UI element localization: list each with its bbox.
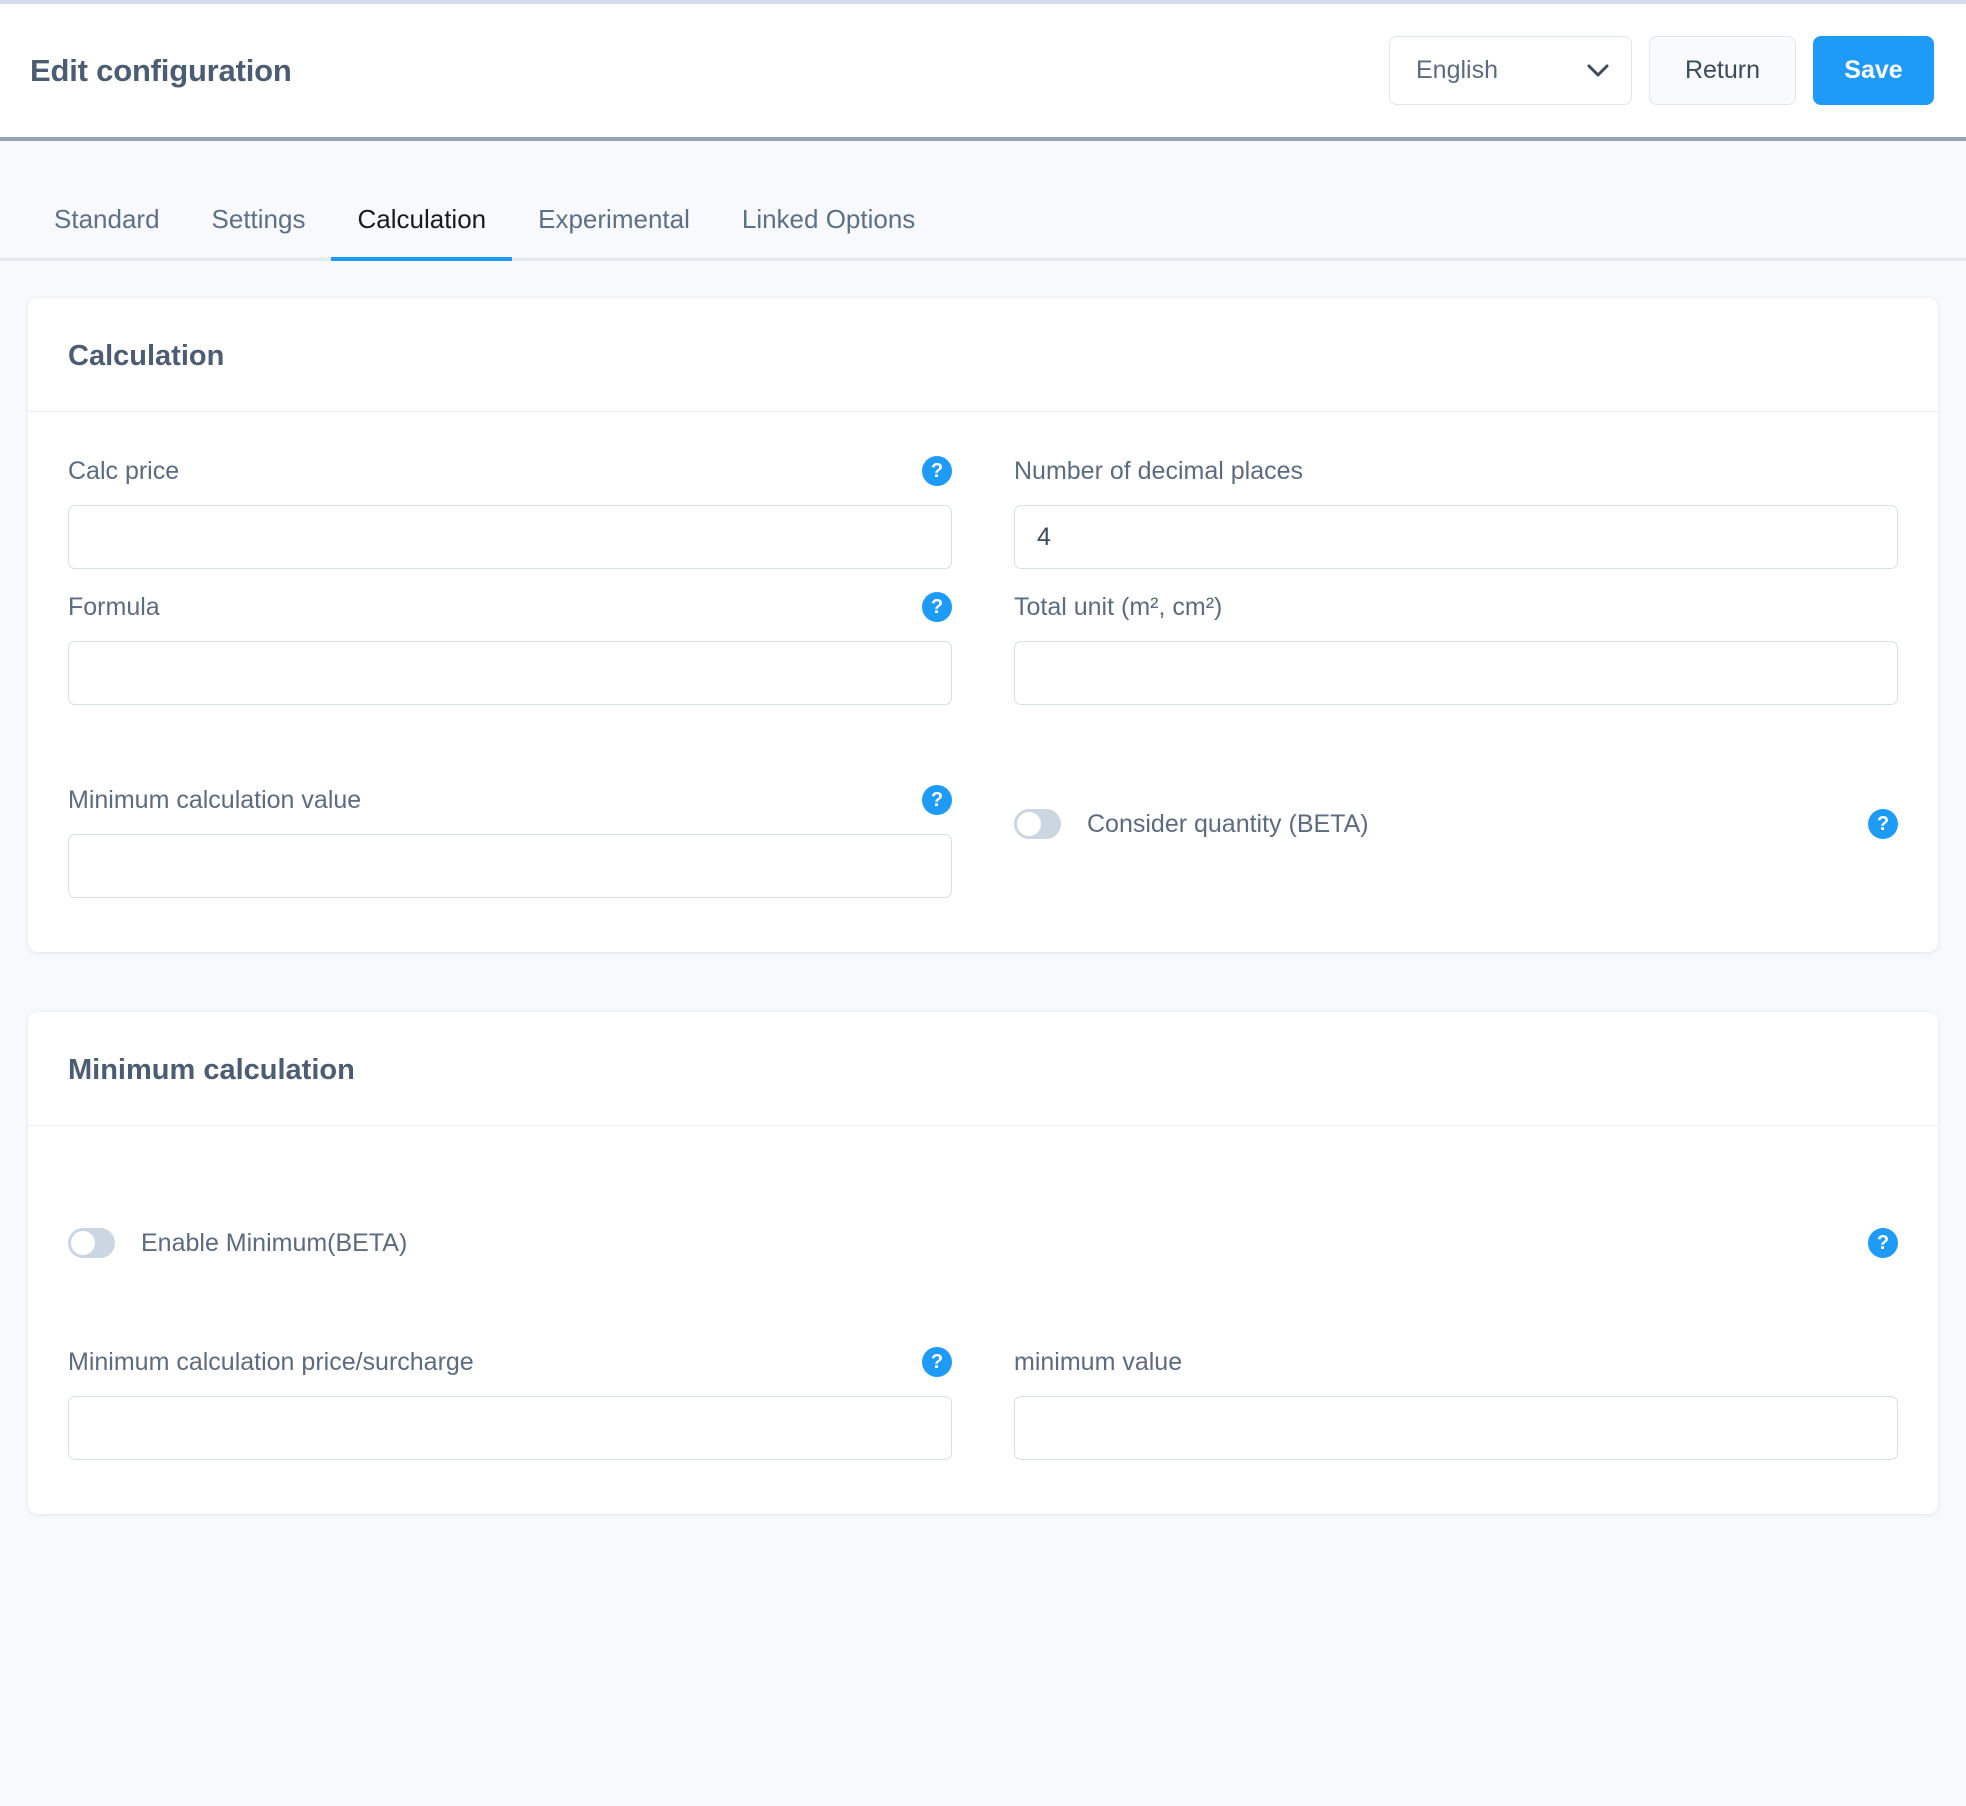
calculation-form-grid: Calc price ? Formula ? Minimum calculati… <box>68 454 1898 898</box>
minimum-calculation-card: Minimum calculation Enable Minimum(BETA)… <box>28 1012 1938 1514</box>
minimum-value-label-row: minimum value <box>1014 1345 1898 1379</box>
toggle-knob-icon <box>1017 812 1041 836</box>
tab-standard[interactable]: Standard <box>28 204 186 261</box>
tabs-section: Standard Settings Calculation Experiment… <box>0 141 1966 261</box>
minimum-calculation-form-grid: Minimum calculation price/surcharge ? mi… <box>68 1345 1898 1460</box>
total-unit-input[interactable] <box>1014 641 1898 705</box>
minimum-calculation-value-field: Minimum calculation value ? <box>68 783 952 898</box>
decimal-places-label-row: Number of decimal places <box>1014 454 1898 488</box>
return-button[interactable]: Return <box>1649 36 1796 105</box>
enable-minimum-toggle[interactable] <box>68 1228 115 1258</box>
minimum-calculation-card-title: Minimum calculation <box>68 1054 355 1086</box>
calc-price-field: Calc price ? <box>68 454 952 569</box>
calc-price-input[interactable] <box>68 505 952 569</box>
minimum-value-input[interactable] <box>1014 1396 1898 1460</box>
tab-linked-options[interactable]: Linked Options <box>716 204 941 261</box>
minimum-calculation-value-label: Minimum calculation value <box>68 785 362 814</box>
calculation-right-column: Number of decimal places Total unit (m²,… <box>1014 454 1898 898</box>
minimum-right-column: minimum value <box>1014 1345 1898 1460</box>
calculation-card-header: Calculation <box>28 298 1938 412</box>
minimum-price-surcharge-field: Minimum calculation price/surcharge ? <box>68 1345 952 1460</box>
calc-price-label: Calc price <box>68 456 180 485</box>
tab-experimental[interactable]: Experimental <box>512 204 716 261</box>
decimal-places-label: Number of decimal places <box>1014 456 1304 485</box>
chevron-down-icon <box>1587 64 1609 77</box>
minimum-price-surcharge-input[interactable] <box>68 1396 952 1460</box>
enable-minimum-help-icon[interactable]: ? <box>1868 1228 1898 1258</box>
enable-minimum-row: Enable Minimum(BETA) ? <box>68 1228 1898 1258</box>
calculation-card: Calculation Calc price ? Formula ? Minim… <box>28 298 1938 952</box>
formula-field: Formula ? <box>68 590 952 705</box>
main-content: Calculation Calc price ? Formula ? Minim… <box>0 261 1966 1514</box>
formula-label-row: Formula ? <box>68 590 952 624</box>
formula-help-icon[interactable]: ? <box>922 592 952 622</box>
save-button[interactable]: Save <box>1813 36 1934 105</box>
calc-price-label-row: Calc price ? <box>68 454 952 488</box>
header-actions: English Return Save <box>1389 36 1934 105</box>
language-select[interactable]: English <box>1389 36 1632 105</box>
decimal-places-field: Number of decimal places <box>1014 454 1898 569</box>
language-select-value: English <box>1416 56 1498 84</box>
total-unit-field: Total unit (m², cm²) <box>1014 590 1898 705</box>
page-title: Edit configuration <box>30 52 292 88</box>
minimum-calculation-value-help-icon[interactable]: ? <box>922 785 952 815</box>
app-header: Edit configuration English Return Save <box>0 4 1966 141</box>
calc-price-help-icon[interactable]: ? <box>922 456 952 486</box>
enable-minimum-label: Enable Minimum(BETA) <box>141 1228 408 1257</box>
minimum-calculation-value-label-row: Minimum calculation value ? <box>68 783 952 817</box>
calculation-card-title: Calculation <box>68 340 225 372</box>
tab-bar: Standard Settings Calculation Experiment… <box>0 204 1966 261</box>
consider-quantity-toggle[interactable] <box>1014 809 1061 839</box>
formula-input[interactable] <box>68 641 952 705</box>
minimum-calculation-card-body: Enable Minimum(BETA) ? Minimum calculati… <box>28 1126 1938 1514</box>
tab-calculation[interactable]: Calculation <box>331 204 513 261</box>
total-unit-label: Total unit (m², cm²) <box>1014 592 1223 621</box>
minimum-price-surcharge-help-icon[interactable]: ? <box>922 1347 952 1377</box>
tab-settings[interactable]: Settings <box>186 204 332 261</box>
minimum-calculation-value-input[interactable] <box>68 834 952 898</box>
minimum-price-surcharge-label: Minimum calculation price/surcharge <box>68 1347 474 1376</box>
toggle-knob-icon <box>71 1231 95 1255</box>
calculation-left-column: Calc price ? Formula ? Minimum calculati… <box>68 454 952 898</box>
consider-quantity-row: Consider quantity (BETA) ? <box>1014 809 1898 839</box>
minimum-price-surcharge-label-row: Minimum calculation price/surcharge ? <box>68 1345 952 1379</box>
minimum-value-label: minimum value <box>1014 1347 1183 1376</box>
consider-quantity-help-icon[interactable]: ? <box>1868 809 1898 839</box>
minimum-value-field: minimum value <box>1014 1345 1898 1460</box>
formula-label: Formula <box>68 592 160 621</box>
consider-quantity-left: Consider quantity (BETA) <box>1014 809 1369 839</box>
minimum-left-column: Minimum calculation price/surcharge ? <box>68 1345 952 1460</box>
calculation-card-body: Calc price ? Formula ? Minimum calculati… <box>28 412 1938 952</box>
minimum-calculation-card-header: Minimum calculation <box>28 1012 1938 1126</box>
enable-minimum-left: Enable Minimum(BETA) <box>68 1228 407 1258</box>
decimal-places-input[interactable] <box>1014 505 1898 569</box>
total-unit-label-row: Total unit (m², cm²) <box>1014 590 1898 624</box>
consider-quantity-label: Consider quantity (BETA) <box>1087 809 1369 838</box>
